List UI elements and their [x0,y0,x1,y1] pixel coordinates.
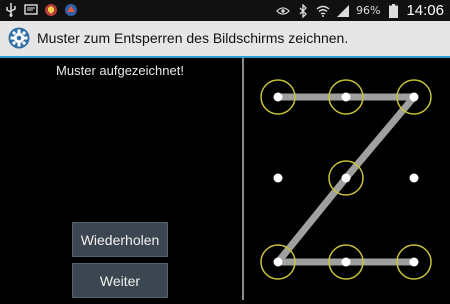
pattern-node-5[interactable] [328,160,364,196]
pattern-grid[interactable] [244,58,450,300]
message-icon [24,3,38,17]
gear-icon [8,27,30,49]
signal-icon [336,4,350,18]
battery-percentage: 96% [356,4,381,17]
left-panel: Muster aufgezeichnet! Wiederholen Weiter [0,58,240,300]
eye-icon [276,4,290,18]
status-message: Muster aufgezeichnet! [56,63,184,78]
clock: 14:06 [406,2,444,19]
shield-app-icon [44,3,58,17]
pattern-area[interactable] [244,58,450,300]
status-bar: 96% 14:06 [0,0,450,21]
bluetooth-icon [296,3,310,18]
pattern-node-6[interactable] [409,173,419,183]
next-button[interactable]: Weiter [72,263,168,298]
usb-icon [4,3,18,17]
action-bar: Muster zum Entsperren des Bildschirms ze… [0,21,450,58]
browser-app-icon [64,3,78,17]
page-title: Muster zum Entsperren des Bildschirms ze… [37,30,349,46]
battery-icon [386,3,400,18]
pattern-node-4[interactable] [273,173,283,183]
retry-button[interactable]: Wiederholen [72,222,168,257]
wifi-icon [316,4,330,18]
